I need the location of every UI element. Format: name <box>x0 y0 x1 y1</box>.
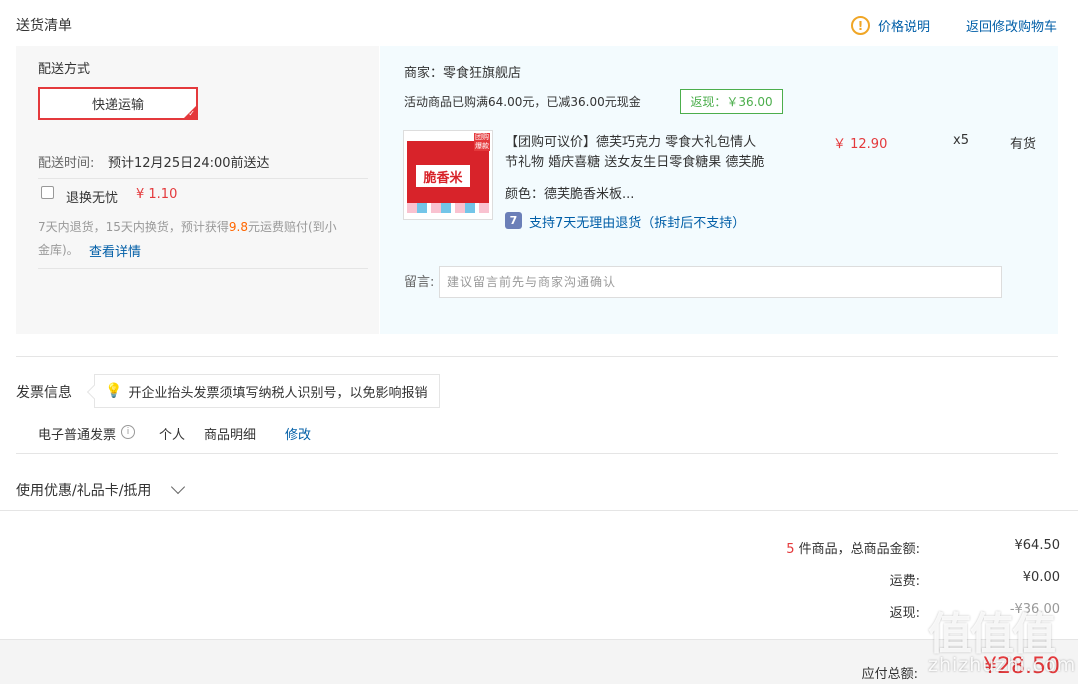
price-note-link[interactable]: ! 价格说明 <box>851 16 930 35</box>
seven-day-return-text: 支持7天无理由退货（拆封后不支持） <box>529 216 746 231</box>
divider <box>38 178 368 179</box>
chevron-down-icon[interactable] <box>170 479 186 495</box>
return-insurance-checkbox[interactable] <box>41 186 54 199</box>
freight-value: ¥0.00 <box>1022 570 1060 585</box>
invoice-title-type: 个人 <box>159 428 186 443</box>
seven-day-return-icon: 7 <box>505 212 522 229</box>
package-stripe <box>407 203 489 213</box>
delivery-time-label: 配送时间: <box>38 156 95 171</box>
section-title: 送货清单 <box>16 18 72 34</box>
message-label: 留言: <box>404 275 435 290</box>
return-insurance-price: ¥ 1.10 <box>136 187 178 202</box>
product-price: ￥ 12.90 <box>833 137 888 152</box>
watermark: 值值值 zhizhuzhi.com <box>920 598 1075 684</box>
cashback-label: 返现: <box>889 606 920 621</box>
coupon-toggle[interactable]: 使用优惠/礼品卡/抵用 <box>16 480 151 500</box>
divider <box>0 510 1078 511</box>
freight-label: 运费: <box>889 574 920 589</box>
goods-total-label: 5 件商品，总商品金额: <box>786 542 920 557</box>
view-details-link[interactable]: 查看详情 <box>89 241 141 260</box>
group-buy-badge: 团购 爆款 <box>474 133 490 151</box>
price-note-label: 价格说明 <box>878 20 931 35</box>
product-thumbnail[interactable]: 脆香米 团购 爆款 <box>403 130 493 220</box>
return-insurance-desc-line2: 金库)。 <box>38 243 79 257</box>
stock-status: 有货 <box>1010 137 1037 152</box>
promo-text: 活动商品已购满64.00元，已减36.00元现金 <box>404 95 641 109</box>
product-title-line2[interactable]: 节礼物 婚庆喜糖 送女友生日零食糖果 德芙脆 <box>505 151 764 170</box>
product-color: 颜色：德芙脆香米板... <box>505 187 635 202</box>
message-input[interactable] <box>439 266 1002 298</box>
divider <box>16 356 1058 357</box>
watermark-logo: 值值值 <box>928 609 1056 660</box>
invoice-type: 电子普通发票 <box>38 428 117 443</box>
delivery-time-value: 预计12月25日24:00前送达 <box>108 156 270 171</box>
invoice-content: 商品明细 <box>204 428 257 443</box>
invoice-tip-text: 开企业抬头发票须填写纳税人识别号，以免影响报销 <box>128 385 428 401</box>
return-insurance-desc: 7天内退货，15天内换货，预计获得9.8元运费赔付(到小 <box>38 220 337 234</box>
cashback-badge: 返现：￥36.00 <box>680 89 783 114</box>
invoice-tip: 💡 开企业抬头发票须填写纳税人识别号，以免影响报销 <box>94 374 440 408</box>
payable-label: 应付总额: <box>861 667 918 682</box>
lightbulb-icon: 💡 <box>105 383 123 399</box>
product-package-label: 脆香米 <box>416 165 470 187</box>
compensation-amount: 9.8 <box>228 220 248 234</box>
invoice-section-title: 发票信息 <box>16 385 72 401</box>
merchant-name: 商家：零食狂旗舰店 <box>404 66 522 81</box>
shipping-method-label: 配送方式 <box>38 62 91 77</box>
shipping-option-express[interactable]: 快递运输 ✓ <box>38 87 198 120</box>
check-icon: ✓ <box>188 109 195 118</box>
warning-icon: ! <box>851 16 870 35</box>
divider <box>38 268 368 269</box>
divider <box>16 453 1058 454</box>
shipping-option-label: 快递运输 <box>91 98 144 113</box>
product-title[interactable]: 【团购可议价】德芙巧克力 零食大礼包情人 <box>505 131 756 150</box>
invoice-edit-link[interactable]: 修改 <box>285 424 311 443</box>
watermark-url: zhizhuzhi.com <box>928 654 1077 676</box>
product-quantity: x5 <box>953 133 969 148</box>
return-insurance-label: 退换无忧 <box>66 191 119 206</box>
goods-total-value: ¥64.50 <box>1014 538 1061 553</box>
info-icon[interactable]: i <box>121 425 135 439</box>
back-to-cart-link[interactable]: 返回修改购物车 <box>966 16 1057 35</box>
